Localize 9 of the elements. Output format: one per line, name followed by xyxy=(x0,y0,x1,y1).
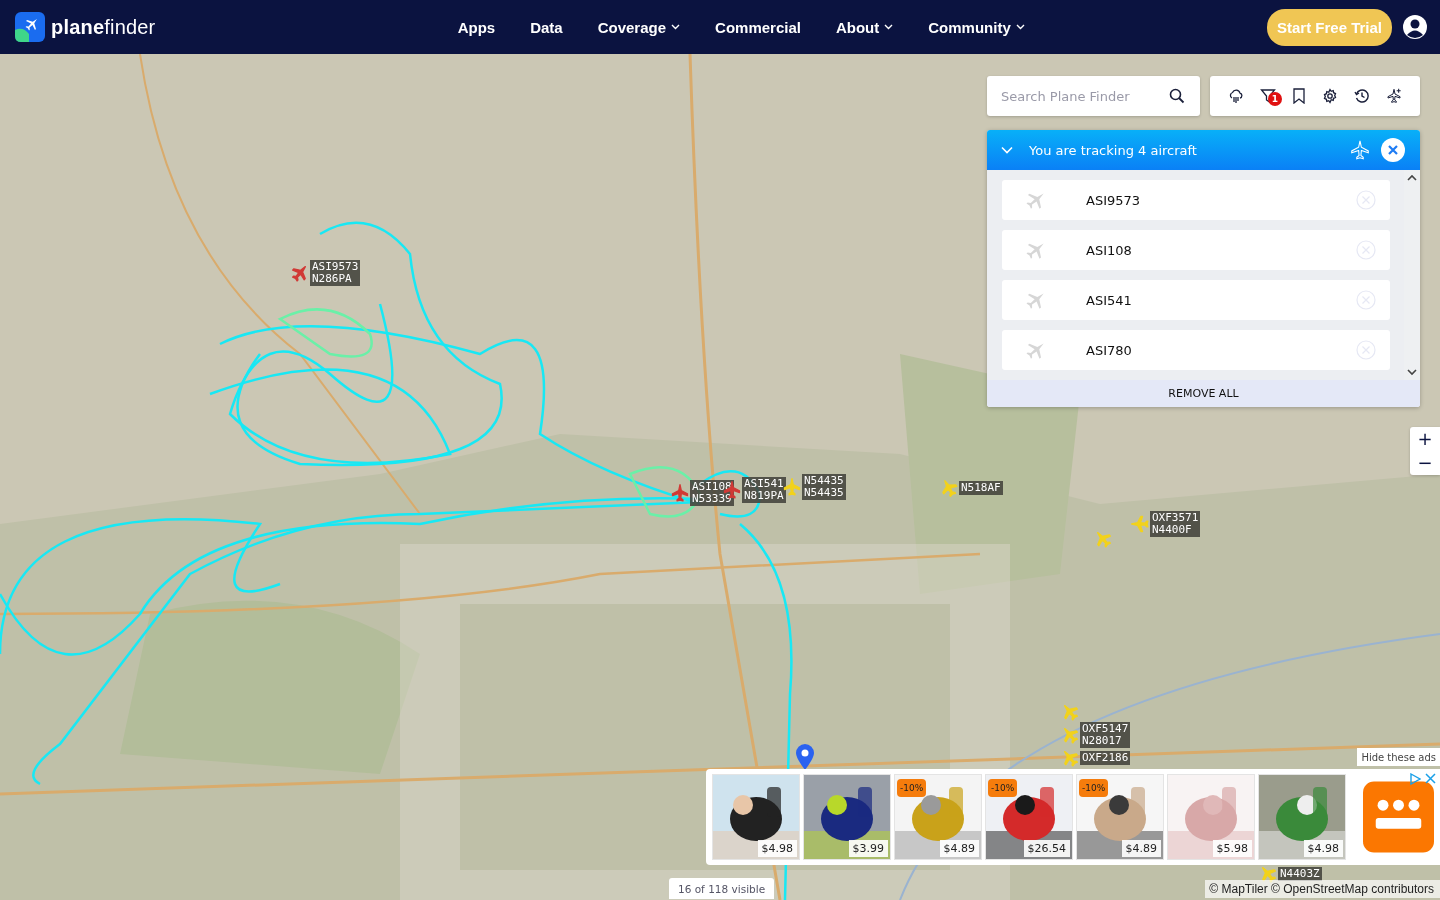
nav-link[interactable]: Apps xyxy=(457,18,496,36)
nav-link[interactable]: Coverage xyxy=(597,18,681,36)
user-avatar-icon[interactable] xyxy=(1402,14,1428,40)
nav-link[interactable]: Community xyxy=(928,18,1025,36)
logo-wordmark[interactable]: planefinder xyxy=(51,15,156,39)
nav-link[interactable]: Data xyxy=(530,18,563,36)
logo-icon xyxy=(15,12,45,42)
nav-link[interactable]: Commercial xyxy=(715,18,801,36)
nav-link[interactable]: About xyxy=(835,18,894,36)
